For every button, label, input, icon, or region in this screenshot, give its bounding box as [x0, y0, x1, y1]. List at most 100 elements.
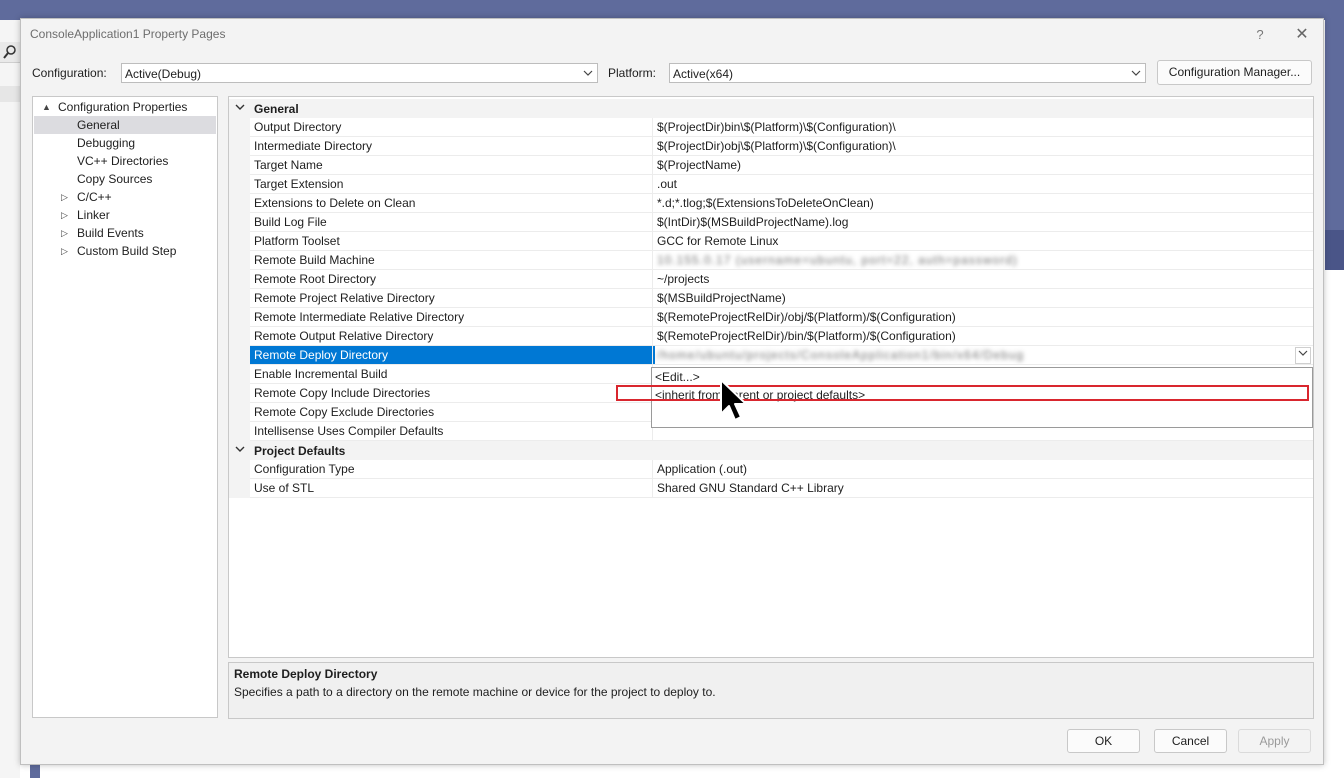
close-button[interactable]: ✕ — [1291, 25, 1313, 45]
row-gutter — [229, 289, 250, 308]
ok-button[interactable]: OK — [1067, 729, 1140, 753]
property-value[interactable]: $(MSBuildProjectName) — [652, 289, 1313, 308]
property-value[interactable]: .out — [652, 175, 1313, 194]
category-project-defaults[interactable]: Project Defaults — [229, 441, 1313, 460]
row-gutter — [229, 118, 250, 137]
expand-arrow-icon[interactable]: ▷ — [61, 242, 68, 260]
row-gutter — [229, 251, 250, 270]
property-row-use-of-stl[interactable]: Use of STL Shared GNU Standard C++ Librar… — [229, 479, 1313, 498]
property-name[interactable]: Remote Project Relative Directory — [250, 289, 655, 308]
property-value[interactable]: Application (.out) — [652, 460, 1313, 479]
property-value[interactable]: *.d;*.tlog;$(ExtensionsToDeleteOnClean) — [652, 194, 1313, 213]
tree-item-copy-sources[interactable]: Copy Sources — [34, 170, 216, 188]
property-name[interactable]: Target Name — [250, 156, 655, 175]
tree-item-custom-build-step[interactable]: ▷ Custom Build Step — [34, 242, 216, 260]
row-gutter — [229, 232, 250, 251]
property-value[interactable]: $(IntDir)$(MSBuildProjectName).log — [652, 213, 1313, 232]
tree-item-label: VC++ Directories — [77, 154, 169, 168]
property-value[interactable]: Shared GNU Standard C++ Library — [652, 479, 1313, 498]
row-gutter — [229, 403, 250, 422]
property-row-remote-output-relative-directory[interactable]: Remote Output Relative Directory $(Remote… — [229, 327, 1313, 346]
expand-arrow-icon[interactable]: ▷ — [61, 206, 68, 224]
search-icon — [3, 45, 16, 59]
property-name[interactable]: Use of STL — [250, 479, 655, 498]
tree-item-build-events[interactable]: ▷ Build Events — [34, 224, 216, 242]
tree-item-general[interactable]: General — [34, 116, 216, 134]
property-row-extensions-to-delete-on-clean[interactable]: Extensions to Delete on Clean *.d;*.tlog;… — [229, 194, 1313, 213]
collapse-arrow-icon[interactable]: ▲ — [42, 98, 51, 116]
title-bar: ConsoleApplication1 Property Pages ? ✕ — [21, 19, 1323, 51]
property-name[interactable]: Output Directory — [250, 118, 655, 137]
chevron-down-icon[interactable] — [235, 444, 245, 457]
popup-item-edit[interactable]: <Edit...> — [655, 368, 700, 386]
property-name[interactable]: Extensions to Delete on Clean — [250, 194, 655, 213]
property-row-intermediate-directory[interactable]: Intermediate Directory $(ProjectDir)obj\$… — [229, 137, 1313, 156]
help-button[interactable]: ? — [1250, 25, 1270, 45]
tree-item-label: Linker — [77, 208, 110, 222]
property-row-target-name[interactable]: Target Name $(ProjectName) — [229, 156, 1313, 175]
configuration-dropdown[interactable]: Active(Debug) — [121, 63, 598, 83]
dialog-title: ConsoleApplication1 Property Pages — [30, 27, 226, 41]
property-row-remote-intermediate-relative-directory[interactable]: Remote Intermediate Relative Directory $(… — [229, 308, 1313, 327]
property-value[interactable]: $(ProjectDir)obj\$(Platform)\$(Configura… — [652, 137, 1313, 156]
row-gutter — [229, 194, 250, 213]
tree-item-linker[interactable]: ▷ Linker — [34, 206, 216, 224]
tree-item-configuration-properties[interactable]: ▲ Configuration Properties — [34, 98, 216, 116]
tree-item-label: General — [77, 118, 120, 132]
ide-right-band — [1325, 230, 1344, 270]
property-name[interactable]: Remote Deploy Directory — [250, 346, 655, 365]
category-label: General — [254, 102, 299, 116]
property-name[interactable]: Remote Output Relative Directory — [250, 327, 655, 346]
property-name[interactable]: Remote Build Machine — [250, 251, 655, 270]
tree-item-c-cpp[interactable]: ▷ C/C++ — [34, 188, 216, 206]
property-name[interactable]: Intermediate Directory — [250, 137, 655, 156]
property-name[interactable]: Remote Copy Include Directories — [250, 384, 655, 403]
tree-item-debugging[interactable]: Debugging — [34, 134, 216, 152]
tree-item-vc-directories[interactable]: VC++ Directories — [34, 152, 216, 170]
property-name[interactable]: Configuration Type — [250, 460, 655, 479]
expand-arrow-icon[interactable]: ▷ — [61, 188, 68, 206]
platform-dropdown[interactable]: Active(x64) — [669, 63, 1146, 83]
property-name[interactable]: Enable Incremental Build — [250, 365, 655, 384]
property-row-output-directory[interactable]: Output Directory $(ProjectDir)bin\$(Platf… — [229, 118, 1313, 137]
ide-background-corner — [30, 765, 40, 778]
row-gutter — [229, 422, 250, 441]
property-name[interactable]: Intellisense Uses Compiler Defaults — [250, 422, 655, 441]
property-value[interactable]: GCC for Remote Linux — [652, 232, 1313, 251]
row-gutter — [229, 346, 250, 365]
property-name[interactable]: Remote Copy Exclude Directories — [250, 403, 655, 422]
property-value[interactable]: $(RemoteProjectRelDir)/bin/$(Platform)/$… — [652, 327, 1313, 346]
property-row-build-log-file[interactable]: Build Log File $(IntDir)$(MSBuildProjectN… — [229, 213, 1313, 232]
property-name[interactable]: Platform Toolset — [250, 232, 655, 251]
property-value[interactable]: $(ProjectName) — [652, 156, 1313, 175]
row-gutter — [229, 327, 250, 346]
property-value[interactable]: $(RemoteProjectRelDir)/obj/$(Platform)/$… — [652, 308, 1313, 327]
category-label: Project Defaults — [254, 444, 346, 458]
cancel-button[interactable]: Cancel — [1154, 729, 1227, 753]
property-name[interactable]: Build Log File — [250, 213, 655, 232]
property-pages-dialog: ConsoleApplication1 Property Pages ? ✕ C… — [20, 18, 1324, 765]
property-value[interactable]: /home/ubuntu/projects/ConsoleApplication… — [652, 346, 1313, 365]
property-value[interactable]: 10.155.0.17 (username=ubuntu, port=22, a… — [652, 251, 1313, 270]
configuration-value: Active(Debug) — [125, 67, 202, 81]
property-value[interactable]: $(ProjectDir)bin\$(Platform)\$(Configura… — [652, 118, 1313, 137]
property-row-remote-deploy-directory[interactable]: Remote Deploy Directory/home/ubuntu/proj… — [229, 346, 1313, 365]
property-name[interactable]: Remote Root Directory — [250, 270, 655, 289]
property-name[interactable]: Target Extension — [250, 175, 655, 194]
property-row-platform-toolset[interactable]: Platform Toolset GCC for Remote Linux — [229, 232, 1313, 251]
chevron-down-icon[interactable] — [1295, 347, 1311, 364]
property-value[interactable]: ~/projects — [652, 270, 1313, 289]
property-row-remote-root-directory[interactable]: Remote Root Directory ~/projects — [229, 270, 1313, 289]
apply-button[interactable]: Apply — [1238, 729, 1311, 753]
configuration-manager-button[interactable]: Configuration Manager... — [1157, 60, 1312, 85]
property-row-target-extension[interactable]: Target Extension .out — [229, 175, 1313, 194]
category-general[interactable]: General — [229, 99, 1313, 118]
property-row-remote-project-relative-directory[interactable]: Remote Project Relative Directory $(MSBui… — [229, 289, 1313, 308]
row-gutter — [229, 270, 250, 289]
ide-left-strip — [0, 20, 20, 778]
property-row-configuration-type[interactable]: Configuration Type Application (.out) — [229, 460, 1313, 479]
chevron-down-icon[interactable] — [235, 102, 245, 115]
property-name[interactable]: Remote Intermediate Relative Directory — [250, 308, 655, 327]
property-row-remote-build-machine[interactable]: Remote Build Machine 10.155.0.17 (usernam… — [229, 251, 1313, 270]
expand-arrow-icon[interactable]: ▷ — [61, 224, 68, 242]
